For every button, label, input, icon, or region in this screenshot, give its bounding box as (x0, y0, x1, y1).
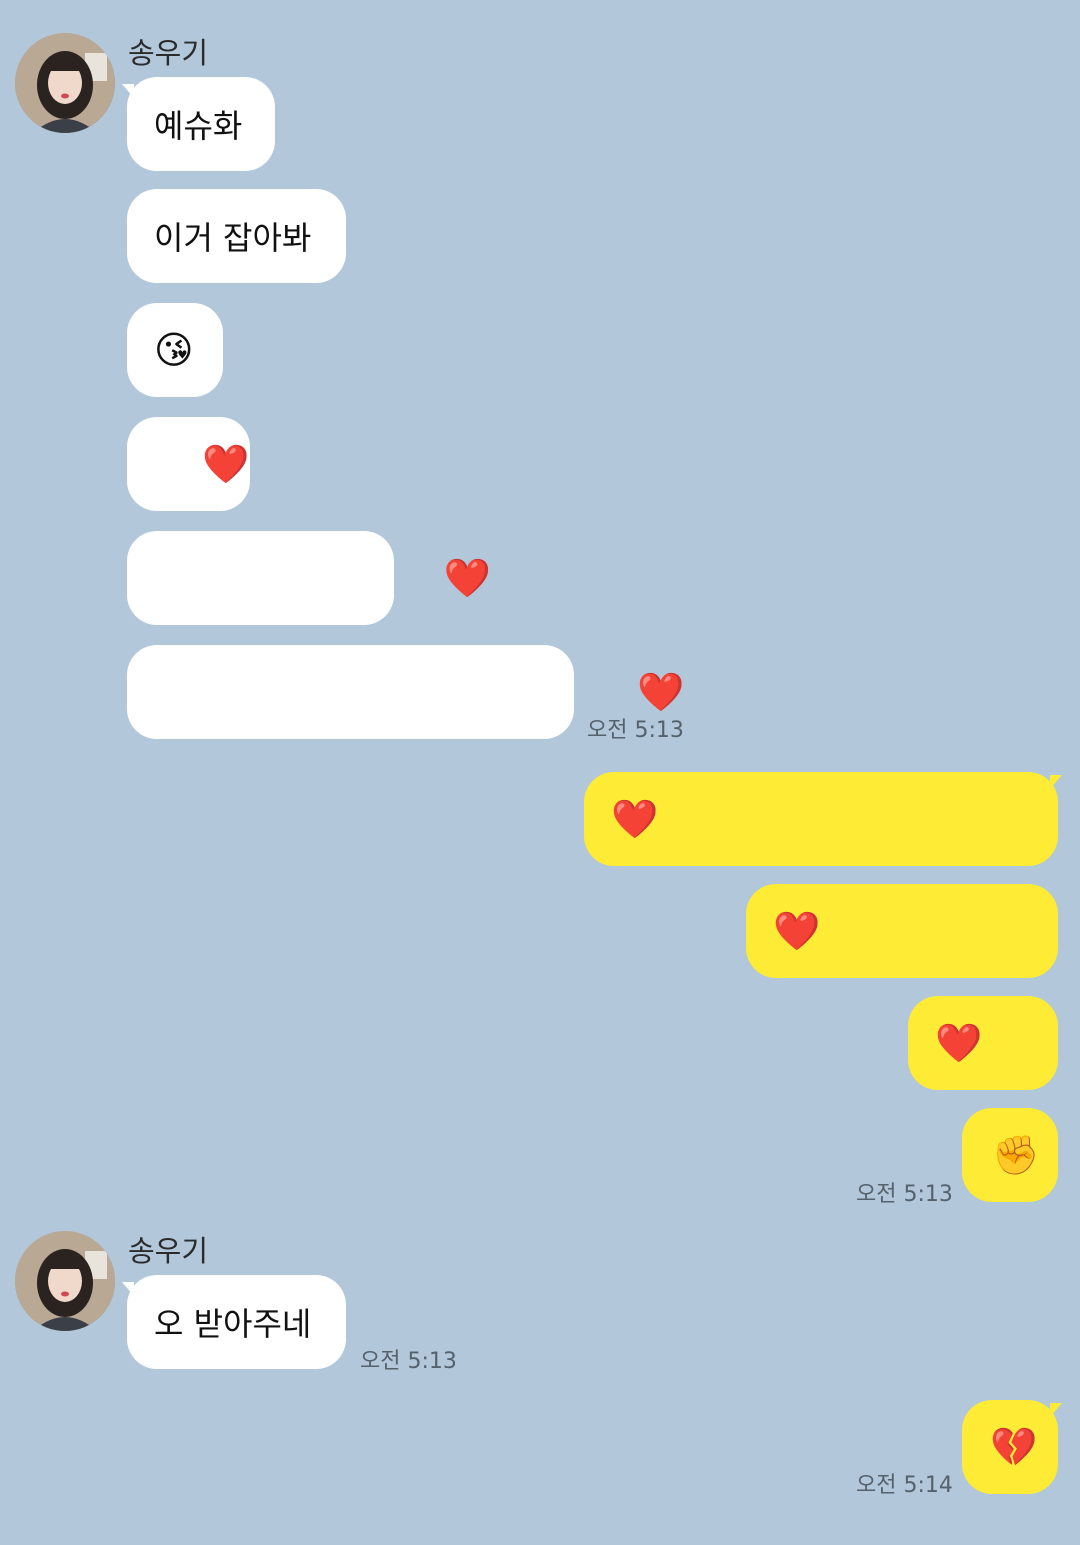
heart-emoji: ❤️ (935, 1021, 983, 1065)
heart-emoji: ❤️ (611, 797, 659, 841)
sender-name: 송우기 (128, 36, 209, 70)
profile-avatar[interactable] (15, 33, 115, 133)
message-bubble-incoming[interactable]: 😘 (127, 303, 223, 397)
raised-fist-emoji: ✊ (992, 1133, 1040, 1177)
avatar-portrait-image (15, 1231, 115, 1331)
message-bubble-outgoing[interactable]: ❤️ (746, 884, 1058, 978)
heart-emoji: ❤️ (154, 556, 492, 600)
kissing-face-emoji: 😘 (154, 328, 194, 372)
message-bubble-incoming[interactable]: 오 받아주네 (127, 1275, 346, 1369)
message-timestamp: 오전 5:13 (587, 718, 684, 743)
heart-emoji: ❤️ (154, 442, 250, 486)
profile-avatar[interactable] (15, 1231, 115, 1331)
heart-emoji: ❤️ (773, 909, 821, 953)
chat-area[interactable]: 송우기 예슈화 이거 잡아봐 😘 ❤️ ❤️ ❤️ 오전 5:13 ❤️ ❤️ … (0, 0, 1080, 1545)
message-bubble-outgoing[interactable]: ❤️ (908, 996, 1058, 1090)
message-bubble-incoming[interactable]: 예슈화 (127, 77, 275, 171)
message-text: 예슈화 (154, 107, 243, 145)
message-timestamp: 오전 5:14 (856, 1473, 953, 1498)
sender-name: 송우기 (128, 1234, 209, 1268)
avatar-portrait-image (15, 33, 115, 133)
heart-emoji: ❤️ (154, 670, 685, 714)
broken-heart-emoji: 💔 (990, 1425, 1038, 1469)
message-text: 이거 잡아봐 (154, 219, 312, 257)
message-bubble-outgoing[interactable]: ❤️ (584, 772, 1058, 866)
message-timestamp: 오전 5:13 (360, 1349, 457, 1374)
message-bubble-outgoing[interactable]: ✊ (962, 1108, 1058, 1202)
message-bubble-incoming[interactable]: ❤️ (127, 531, 491, 625)
message-bubble-incoming[interactable]: 이거 잡아봐 (127, 189, 346, 283)
message-timestamp: 오전 5:13 (856, 1182, 953, 1207)
message-bubble-incoming[interactable]: ❤️ (127, 645, 684, 739)
message-bubble-incoming[interactable]: ❤️ (127, 417, 250, 511)
message-text: 오 받아주네 (154, 1305, 312, 1343)
message-bubble-outgoing[interactable]: 💔 (962, 1400, 1058, 1494)
